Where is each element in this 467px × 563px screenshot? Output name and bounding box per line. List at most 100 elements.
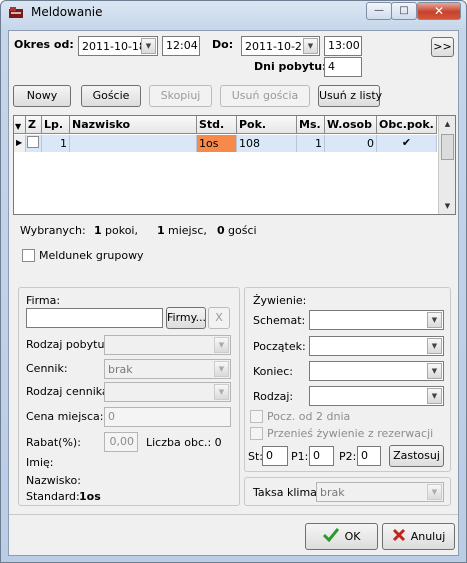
type-select[interactable]: ▼ <box>309 386 444 406</box>
row-z-checkbox[interactable] <box>27 136 39 148</box>
close-button[interactable]: ✕ <box>417 2 461 20</box>
price-list-label: Cennik: <box>26 362 68 375</box>
places-count: 1 <box>157 224 165 237</box>
price-list-type-label: Rodzaj cennika: <box>26 385 113 398</box>
remove-from-list-button[interactable]: Usuń z listy <box>318 85 382 107</box>
header-lp[interactable]: Lp. <box>42 116 70 134</box>
end-select[interactable]: ▼ <box>309 361 444 381</box>
p1-field[interactable]: 0 <box>309 446 334 466</box>
discount-field[interactable]: 0,00 <box>104 432 138 452</box>
p1-label: P1: <box>291 450 309 463</box>
header-wosob[interactable]: W.osob <box>325 116 377 134</box>
climate-tax-value: brak <box>320 486 345 499</box>
end-label: Koniec: <box>253 365 293 378</box>
row-pok-cell[interactable]: 108 <box>237 135 297 152</box>
expand-button[interactable]: >> <box>431 37 454 57</box>
grid-scrollbar[interactable]: ▲ ▼ <box>438 116 455 214</box>
minimize-icon: — <box>374 5 384 16</box>
row-wosob-cell: 0 <box>325 135 377 152</box>
transfer-board-checkbox[interactable] <box>250 427 263 440</box>
row-nazwisko-cell[interactable] <box>70 135 197 152</box>
row-marker-icon: ▶ <box>14 135 26 152</box>
price-list-select[interactable]: brak ▼ <box>104 359 231 379</box>
selected-label: Wybranych: <box>20 224 86 237</box>
to-date-picker[interactable]: 2011-10-21 ▼ <box>241 36 320 56</box>
header-std[interactable]: Std. <box>197 116 237 134</box>
maximize-button[interactable]: □ <box>391 2 417 20</box>
chevron-down-icon: ▼ <box>303 38 318 54</box>
group-checkin-label: Meldunek grupowy <box>39 249 144 262</box>
cancel-button[interactable]: Anuluj <box>382 523 455 550</box>
checkmark-icon <box>322 528 339 543</box>
place-price-field[interactable]: 0 <box>104 407 231 427</box>
minimize-button[interactable]: — <box>366 2 392 20</box>
header-marker: ▼ <box>14 116 26 134</box>
from-date-value: 2011-10-18 <box>82 40 146 53</box>
guests-count: 0 <box>217 224 225 237</box>
row-std-cell[interactable]: 1os <box>197 135 237 152</box>
guests-button[interactable]: Goście <box>81 85 141 107</box>
to-time-field[interactable]: 13:00 <box>324 36 362 56</box>
price-list-type-select[interactable]: ▼ <box>104 382 231 402</box>
header-nazwisko[interactable]: Nazwisko <box>70 116 197 134</box>
group-checkin-checkbox[interactable] <box>22 249 35 262</box>
p2-field[interactable]: 0 <box>357 446 381 466</box>
row-obc-cell[interactable]: ✔ <box>377 135 437 152</box>
transfer-board-label: Przenieś żywienie z rezerwacji <box>267 427 434 440</box>
scroll-thumb[interactable] <box>441 134 454 160</box>
scroll-up-icon[interactable]: ▲ <box>440 116 455 132</box>
ok-button[interactable]: OK <box>305 523 378 550</box>
chevron-down-icon: ▼ <box>214 384 229 400</box>
from-label: Okres od: <box>14 38 74 51</box>
cancel-label: Anuluj <box>410 530 446 543</box>
type-label: Rodzaj: <box>253 390 294 403</box>
header-pok[interactable]: Pok. <box>237 116 297 134</box>
maximize-icon: □ <box>399 5 409 16</box>
copy-button[interactable]: Skopiuj <box>149 85 212 107</box>
last-name-label: Nazwisko: <box>26 474 81 487</box>
st-field[interactable]: 0 <box>262 446 288 466</box>
guests-label: gości <box>228 224 257 237</box>
scheme-select[interactable]: ▼ <box>309 310 444 330</box>
board-label: Żywienie: <box>253 294 307 307</box>
rooms-grid: ▼ Z Lp. Nazwisko Std. Pok. Ms. W.osob Ob… <box>13 115 456 215</box>
p2-label: P2: <box>339 450 357 463</box>
st-label: St: <box>248 450 264 463</box>
discount-label: Rabat(%): <box>26 436 81 449</box>
stay-type-select[interactable]: ▼ <box>104 335 231 355</box>
clear-firm-button[interactable]: X <box>208 307 230 329</box>
app-icon <box>9 7 23 18</box>
table-row[interactable]: ▶ 1 1os 108 1 0 ✔ <box>14 135 437 152</box>
rooms-count: 1 <box>94 224 102 237</box>
chevron-down-icon: ▼ <box>427 484 442 500</box>
apply-button[interactable]: Zastosuj <box>389 445 444 467</box>
from-time-field[interactable]: 12:04 <box>162 36 200 56</box>
scroll-down-icon[interactable]: ▼ <box>440 198 455 214</box>
firm-label: Firma: <box>26 294 61 307</box>
chevron-down-icon: ▼ <box>15 122 22 131</box>
window-title: Meldowanie <box>31 5 103 19</box>
rooms-label: pokoi, <box>105 224 138 237</box>
row-lp-cell: 1 <box>42 135 70 152</box>
scheme-label: Schemat: <box>253 314 306 327</box>
firms-button[interactable]: Firmy... <box>166 307 206 329</box>
row-z-cell[interactable] <box>26 135 42 152</box>
remove-guest-button[interactable]: Usuń gościa <box>220 85 310 107</box>
footer-divider <box>9 514 458 515</box>
chevron-down-icon: ▼ <box>427 338 442 354</box>
header-z[interactable]: Z <box>26 116 42 134</box>
from-date-picker[interactable]: 2011-10-18 ▼ <box>78 36 158 56</box>
from-day2-label: Pocz. od 2 dnia <box>267 410 351 423</box>
firm-field[interactable] <box>26 308 163 328</box>
close-x-icon <box>392 528 405 542</box>
header-ms[interactable]: Ms. <box>297 116 325 134</box>
from-day2-checkbox[interactable] <box>250 410 263 423</box>
climate-tax-select[interactable]: brak ▼ <box>316 482 444 502</box>
new-button[interactable]: Nowy <box>13 85 71 107</box>
check-icon: ✔ <box>401 136 412 149</box>
header-obc[interactable]: Obc.pok. <box>377 116 437 134</box>
nights-field[interactable]: 4 <box>324 57 362 77</box>
start-select[interactable]: ▼ <box>309 336 444 356</box>
chevron-down-icon: ▼ <box>141 38 156 54</box>
ok-label: OK <box>344 530 361 543</box>
